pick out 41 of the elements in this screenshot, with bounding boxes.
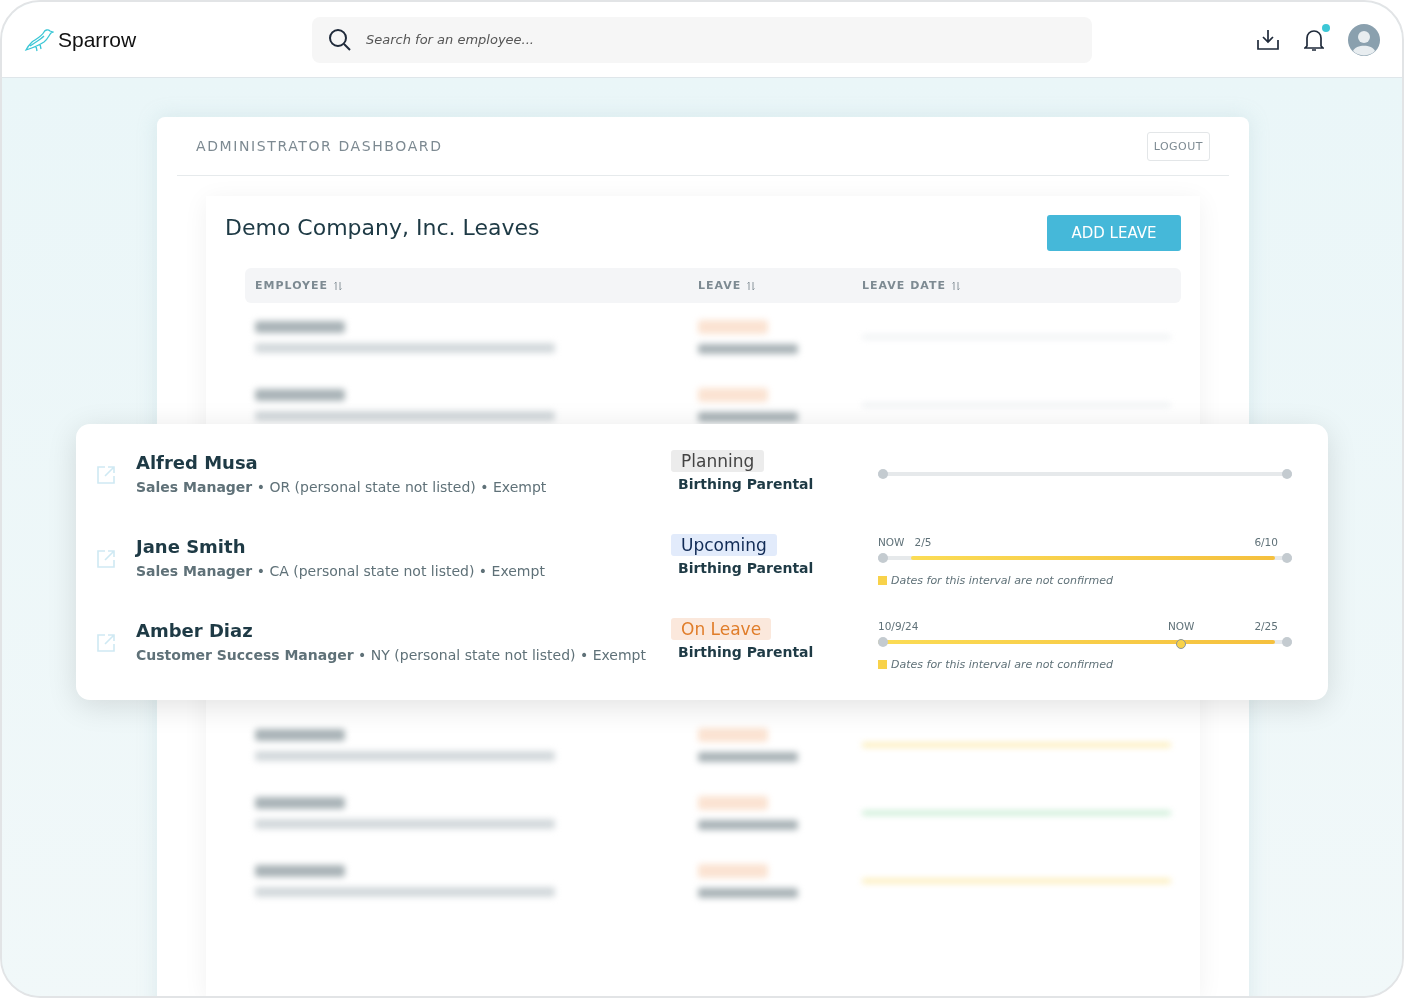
leave-type: Birthing Parental — [678, 476, 814, 492]
column-header[interactable]: LEAVE DATE — [862, 279, 946, 292]
column-header[interactable]: LEAVE — [698, 279, 742, 292]
leaves-title: Demo Company, Inc. Leaves — [225, 215, 540, 242]
status-badge: Upcoming — [671, 534, 777, 556]
bell-icon[interactable] — [1304, 27, 1324, 52]
legend-square-icon — [878, 660, 887, 669]
search-field[interactable]: Search for an employee... — [312, 16, 1092, 63]
edit-icon[interactable] — [97, 466, 115, 484]
edit-icon[interactable] — [97, 634, 115, 652]
app-name: Sparrow — [58, 27, 137, 52]
unconfirmed-note: Dates for this interval are not confirmed — [891, 574, 1114, 587]
bird-logo-icon — [24, 27, 54, 52]
employee-details: Customer Success Manager • NY (personal state not listed) • Exempt — [136, 647, 647, 663]
sort-icon[interactable] — [334, 280, 343, 291]
employee-name[interactable]: Jane Smith — [136, 536, 671, 557]
timeline-label: NOW — [878, 536, 905, 550]
edit-icon[interactable] — [97, 550, 115, 568]
employee-name[interactable]: Amber Diaz — [136, 620, 671, 641]
leave-type: Birthing Parental — [678, 644, 814, 660]
timeline-label: 2/5 — [914, 536, 932, 550]
sort-icon[interactable] — [747, 280, 756, 291]
timeline-label: 10/9/24 — [878, 620, 919, 634]
timeline-label: NOW — [1167, 620, 1195, 634]
status-badge: Planning — [671, 450, 765, 472]
employee-details: Sales Manager • CA (personal state not listed) • Exempt — [136, 563, 546, 579]
column-header[interactable]: EMPLOYEE — [255, 279, 329, 292]
status-badge: On Leave — [671, 618, 772, 640]
timeline-label: 2/25 — [1254, 620, 1278, 634]
logout-button[interactable]: LOGOUT — [1146, 131, 1210, 161]
avatar-icon[interactable] — [1348, 23, 1380, 56]
download-icon[interactable] — [1256, 28, 1280, 51]
employee-details: Sales Manager • OR (personal state not listed) • Exempt — [136, 479, 548, 495]
unconfirmed-note: Dates for this interval are not confirmed — [891, 658, 1114, 671]
legend-square-icon — [878, 576, 887, 585]
dashboard-title: ADMINISTRATOR DASHBOARD — [196, 138, 443, 154]
add-leave-button[interactable]: ADD LEAVE — [1047, 215, 1181, 251]
employee-name[interactable]: Alfred Musa — [136, 452, 671, 473]
leave-type: Birthing Parental — [678, 560, 814, 576]
sort-icon[interactable] — [951, 280, 960, 291]
timeline-label: 6/10 — [1254, 536, 1278, 550]
